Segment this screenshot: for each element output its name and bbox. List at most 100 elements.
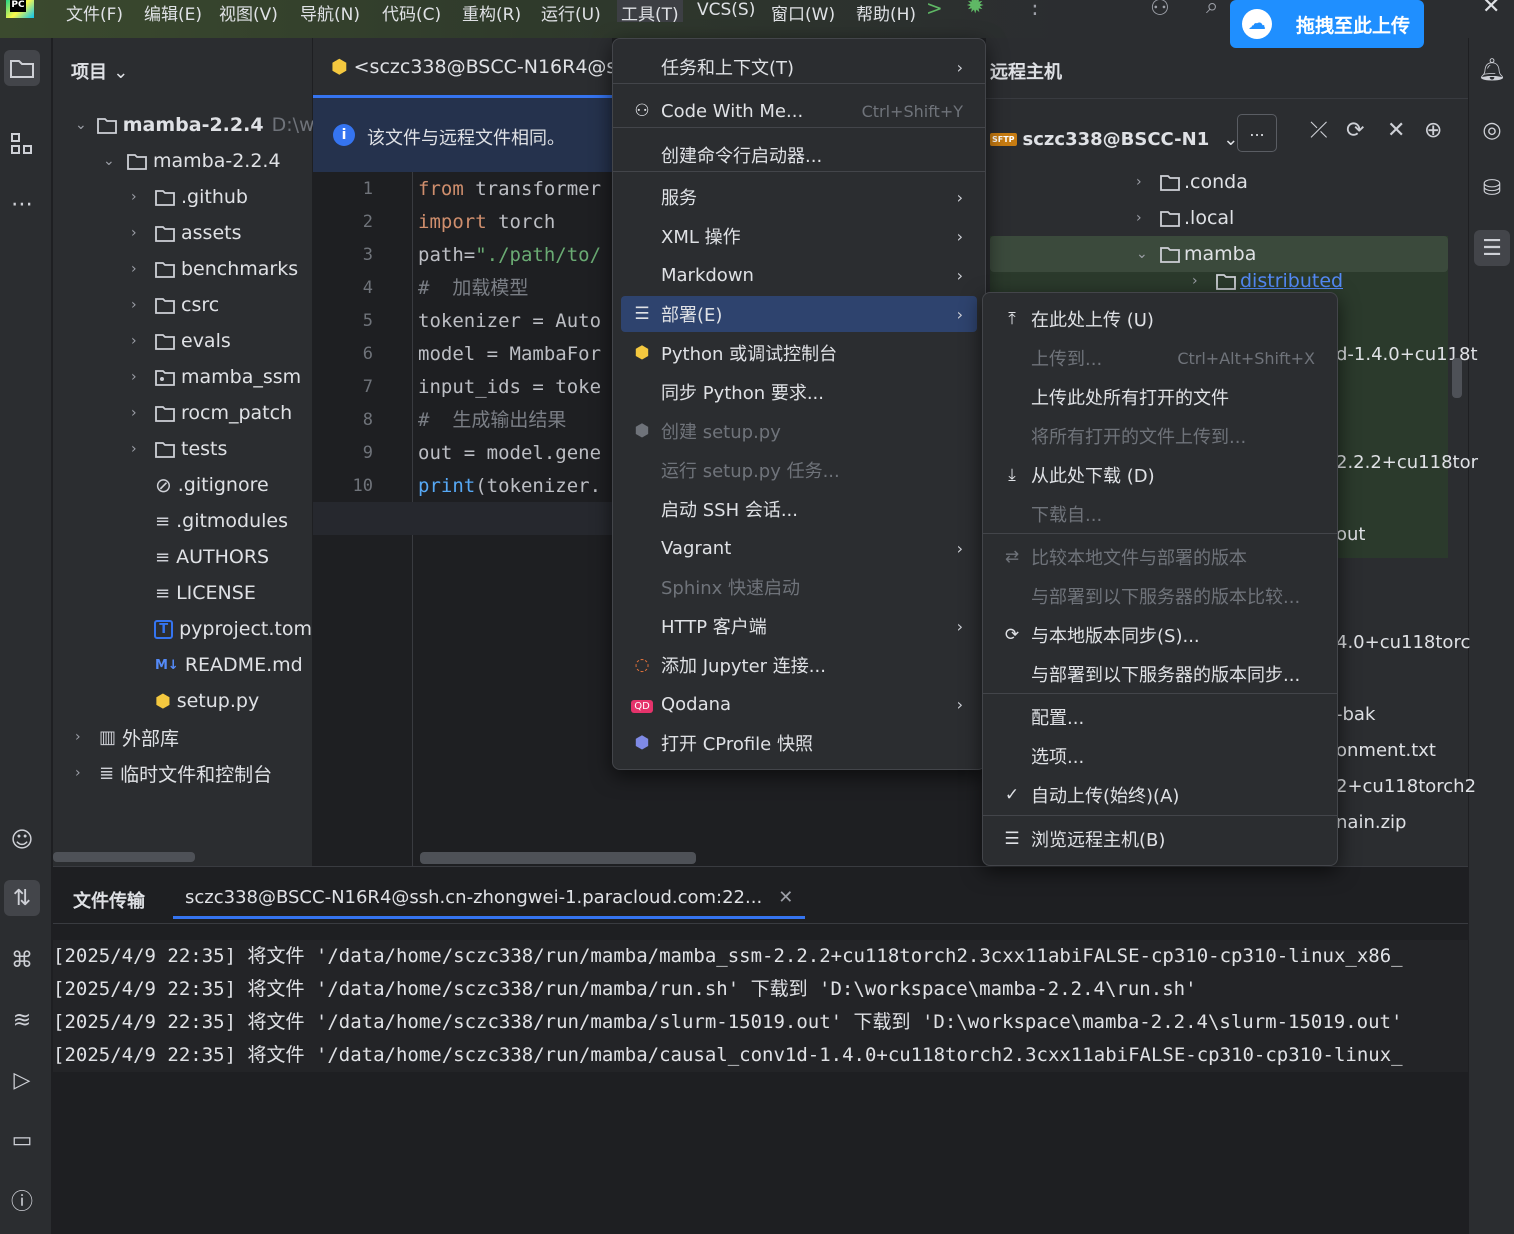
chevron-right-icon[interactable] (131, 549, 145, 565)
chevron-down-icon[interactable]: ⌄ (1136, 246, 1150, 262)
remote-file-label[interactable]: -bak (1336, 704, 1375, 725)
menu-item[interactable]: VCS(S) (697, 0, 755, 22)
debug-icon[interactable]: ✹ (966, 0, 984, 19)
tree-folder[interactable]: › tests (53, 431, 312, 467)
more-tools-icon[interactable]: ⋯ (4, 186, 40, 222)
layers-icon[interactable]: ≋ (4, 1002, 40, 1038)
tools-menu-item[interactable]: ⬢ Python 或调试控制台 (621, 335, 977, 371)
menu-item[interactable]: 工具(T) (617, 0, 683, 25)
remote-folder[interactable]: › distributed (1136, 272, 1343, 290)
chevron-right-icon[interactable]: › (131, 189, 145, 205)
chevron-right-icon[interactable]: › (131, 441, 145, 457)
project-panel-title[interactable]: 项目 ⌄ (71, 58, 128, 84)
tree-file[interactable]: ⊘ .gitignore (53, 467, 312, 503)
deploy-menu-item[interactable]: ⟳ 与本地版本同步(S)... (991, 617, 1329, 653)
tree-file[interactable]: ⬢ setup.py (53, 683, 312, 719)
tools-menu-item[interactable]: 同步 Python 要求... (621, 374, 977, 410)
terminal-icon[interactable]: ▭ (4, 1122, 40, 1158)
deploy-menu-item[interactable]: ⤒ 在此处上传 (U) (991, 301, 1329, 337)
menu-item[interactable]: 导航(N) (300, 0, 360, 25)
deploy-menu-item[interactable]: 配置... (991, 699, 1329, 735)
tree-root[interactable]: ⌄ mamba-2.2.4 D:\wo (53, 107, 326, 143)
tree-file[interactable]: Tpyproject.tom (53, 611, 312, 647)
menu-item[interactable]: 运行(U) (541, 0, 601, 25)
tools-menu-item[interactable]: HTTP 客户端 › (621, 608, 977, 644)
chevron-right-icon[interactable]: › (75, 729, 89, 745)
tree-folder[interactable]: › mamba_ssm (53, 359, 312, 395)
tools-menu-item[interactable]: 创建命令行启动器... (621, 137, 977, 173)
chevron-right-icon[interactable]: › (75, 765, 89, 781)
chevron-down-icon[interactable]: ⌄ (75, 117, 87, 133)
tools-menu-item[interactable]: 启动 SSH 会话... (621, 491, 977, 527)
tree-folder[interactable]: › assets (53, 215, 312, 251)
tools-menu-item[interactable]: ◌ 添加 Jupyter 连接... (621, 647, 977, 683)
remote-folder[interactable]: › .local (1136, 200, 1234, 236)
remote-file-label[interactable]: 2.2.2+cu118tor (1336, 452, 1478, 473)
host-selector[interactable]: SFTP sczc338@BSCC-N1 ⌄ (990, 122, 1238, 156)
tree-folder[interactable]: › rocm_patch (53, 395, 312, 431)
remote-scrollbar[interactable] (1452, 358, 1462, 398)
structure-tool-icon[interactable] (4, 126, 40, 162)
close-icon[interactable]: ✕ (1387, 118, 1405, 143)
copilot-icon[interactable]: ☺ (4, 822, 40, 858)
database-icon[interactable]: ⛁ (1474, 170, 1510, 206)
tree-folder[interactable]: › csrc (53, 287, 312, 323)
tree-folder[interactable]: › evals (53, 323, 312, 359)
chevron-right-icon[interactable] (131, 513, 145, 529)
remote-folder[interactable]: ⌄ mamba (1136, 236, 1256, 272)
deploy-menu-item[interactable]: 选项... (991, 738, 1329, 774)
more-icon[interactable]: ⋮ (1024, 0, 1046, 19)
tree-file[interactable]: ≡ AUTHORS (53, 539, 312, 575)
collapse-icon[interactable]: ⤫ (1310, 118, 1328, 143)
chevron-right-icon[interactable]: › (1192, 273, 1206, 289)
tools-menu-item[interactable]: ⬢ 打开 CProfile 快照 (621, 725, 977, 761)
chevron-right-icon[interactable] (131, 585, 145, 601)
tree-scratches[interactable]: › ≣ 临时文件和控制台 (53, 755, 312, 791)
chevron-right-icon[interactable]: › (1136, 210, 1150, 226)
chevron-right-icon[interactable]: › (131, 225, 145, 241)
deploy-menu-item[interactable]: ☰ 浏览远程主机(B) (991, 821, 1329, 857)
baidu-upload-button[interactable]: ☁ 拖拽至此上传 (1230, 0, 1424, 48)
tree-folder[interactable]: › benchmarks (53, 251, 312, 287)
tools-menu-item[interactable]: ⚇ Code With Me... Ctrl+Shift+Y (621, 93, 977, 129)
chevron-right-icon[interactable]: › (131, 261, 145, 277)
locate-icon[interactable]: ⊕ (1424, 118, 1442, 143)
deploy-menu-item[interactable]: ⤓ 从此处下载 (D) (991, 457, 1329, 493)
menu-item[interactable]: 窗口(W) (771, 0, 835, 25)
remote-host-tool-icon[interactable]: ☰ (1474, 230, 1510, 266)
tools-menu-item[interactable]: Vagrant › (621, 530, 977, 566)
remote-file-label[interactable]: onment.txt (1336, 740, 1436, 761)
deploy-menu-item[interactable]: 与部署到以下服务器的版本同步... (991, 656, 1329, 692)
menu-item[interactable]: 代码(C) (382, 0, 441, 25)
tree-file[interactable]: ≡ LICENSE (53, 575, 312, 611)
menu-item[interactable]: 编辑(E) (144, 0, 202, 25)
code-area[interactable]: from transformer import torch path="./pa… (418, 173, 612, 503)
ai-assistant-icon[interactable]: ◎ (1474, 112, 1510, 148)
chevron-down-icon[interactable]: ⌄ (103, 153, 117, 169)
chevron-right-icon[interactable]: › (131, 405, 145, 421)
close-window-icon[interactable]: ✕ (1482, 0, 1500, 19)
more-button[interactable]: ... (1237, 114, 1277, 152)
chevron-right-icon[interactable] (131, 477, 145, 493)
tree-file[interactable]: ≡ .gitmodules (53, 503, 312, 539)
tools-menu-item[interactable]: 服务 › (621, 179, 977, 215)
deploy-menu-item[interactable]: 上传此处所有打开的文件 (991, 379, 1329, 415)
remote-file-label[interactable]: 4.0+cu118torc (1336, 632, 1470, 653)
add-user-icon[interactable]: ⚇ (1150, 0, 1170, 21)
deploy-menu-item[interactable]: ✓ 自动上传(始终)(A) (991, 777, 1329, 813)
tree-file[interactable]: M↓ README.md (53, 647, 312, 683)
chevron-right-icon[interactable]: › (131, 333, 145, 349)
chevron-right-icon[interactable] (131, 657, 145, 673)
editor-tab[interactable]: ⬢ <sczc338@BSCC-N16R4@ss (331, 56, 626, 78)
remote-file-label[interactable]: 2+cu118torch2 (1336, 776, 1476, 797)
transfer-tab[interactable]: sczc338@BSCC-N16R4@ssh.cn-zhongwei-1.par… (173, 879, 806, 919)
search-icon[interactable]: ⌕ (1206, 0, 1218, 19)
tree-external-libraries[interactable]: › ▥ 外部库 (53, 719, 312, 755)
menu-item[interactable]: 重构(R) (462, 0, 521, 25)
chevron-right-icon[interactable]: › (1136, 174, 1150, 190)
menu-item[interactable]: 文件(F) (66, 0, 123, 25)
project-tool-icon[interactable] (4, 50, 40, 86)
chevron-right-icon[interactable]: › (131, 297, 145, 313)
close-tab-icon[interactable]: ✕ (778, 887, 793, 908)
remote-folder[interactable]: › .conda (1136, 164, 1248, 200)
